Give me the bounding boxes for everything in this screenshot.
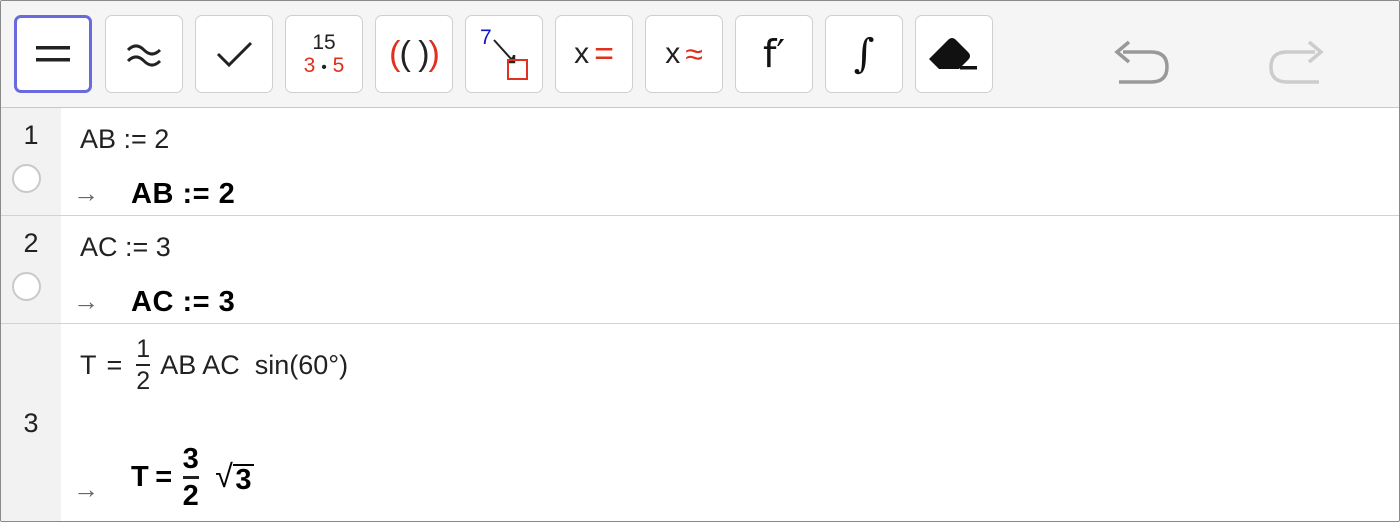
output-denominator: 2 [182, 480, 200, 513]
cas-rows: 1 AB := 2 → AB := 2 2 AC := 3 → AC := 3 … [1, 108, 1399, 521]
approx-icon [126, 44, 162, 67]
row-number: 1 [23, 120, 39, 150]
redo-button[interactable] [1265, 37, 1327, 93]
input-denominator: 2 [136, 367, 151, 396]
equals-icon [36, 46, 70, 62]
factor-button[interactable]: 15 3 • 5 [285, 15, 363, 93]
derivative-button[interactable]: f′ [735, 15, 813, 93]
nsolve-var: x [665, 37, 681, 70]
row-input[interactable]: AC := 3 [80, 232, 171, 263]
checkmark-icon [216, 41, 253, 68]
solve-sym: = [594, 34, 614, 73]
keep-input-button[interactable] [195, 15, 273, 93]
row-input[interactable]: T = 1 2 AB AC sin(60°) [80, 336, 348, 395]
delete-button[interactable] [915, 15, 993, 93]
cas-row[interactable]: 1 AB := 2 → AB := 2 [1, 108, 1399, 216]
integral-button[interactable]: ∫ [825, 15, 903, 93]
cas-row[interactable]: 3 T = 1 2 AB AC sin(60°) → T = 3 2 √ 3 [1, 324, 1399, 521]
factor-b: 5 [332, 54, 345, 77]
input-fraction: 1 2 [136, 335, 151, 396]
factor-dot: • [321, 59, 327, 76]
solve-button[interactable]: x = [555, 15, 633, 93]
output-lhs: T [131, 461, 150, 494]
row-number: 3 [23, 408, 39, 438]
sqrt-icon: √ [215, 458, 234, 495]
visibility-toggle[interactable] [12, 272, 41, 301]
output-fraction: 3 2 [182, 443, 200, 513]
result-arrow-icon: → [73, 286, 99, 316]
output-radicand: 3 [233, 464, 254, 497]
row-input[interactable]: AB := 2 [80, 124, 169, 155]
input-eq: = [106, 349, 123, 380]
nsolve-sym: ≈ [685, 35, 703, 72]
solve-numerically-button[interactable]: x ≈ [645, 15, 723, 93]
result-arrow-icon: → [73, 474, 99, 504]
input-lhs: T [80, 349, 97, 380]
substitute-digit: 7 [480, 26, 492, 49]
evaluate-button[interactable] [14, 15, 92, 93]
row-output: AC := 3 [131, 286, 236, 318]
eraser-icon [929, 38, 977, 70]
output-eq: = [155, 461, 173, 494]
substitute-icon: 7 [480, 26, 528, 80]
substitute-button[interactable]: 7 [465, 15, 543, 93]
undo-button[interactable] [1111, 37, 1173, 93]
factor-top: 15 [312, 30, 336, 54]
factor-a: 3 [303, 54, 316, 77]
expand-button[interactable]: (( )) [375, 15, 453, 93]
visibility-toggle[interactable] [12, 164, 41, 193]
row-output: T = 3 2 √ 3 [131, 444, 254, 512]
input-rest: AB AC sin(60°) [160, 349, 349, 380]
row-number: 2 [23, 228, 39, 258]
result-arrow-icon: → [73, 178, 99, 208]
output-sqrt: √ 3 [215, 460, 254, 495]
solve-var: x [574, 37, 590, 70]
output-numerator: 3 [182, 443, 200, 475]
row-output: AB := 2 [131, 178, 236, 210]
cas-row[interactable]: 2 AC := 3 → AC := 3 [1, 216, 1399, 324]
derivative-text: f′ [762, 32, 785, 76]
cas-view: 15 3 • 5 (( )) 7 x = x ≈ f′ ∫ 1 AB:= 2 … [0, 0, 1400, 522]
integral-text: ∫ [853, 31, 875, 77]
redo-icon [1269, 40, 1324, 84]
input-numerator: 1 [136, 335, 151, 363]
undo-icon [1114, 40, 1169, 84]
numeric-button[interactable] [105, 15, 183, 93]
toolbar: 15 3 • 5 (( )) 7 x = x ≈ f′ ∫ [1, 1, 1399, 108]
